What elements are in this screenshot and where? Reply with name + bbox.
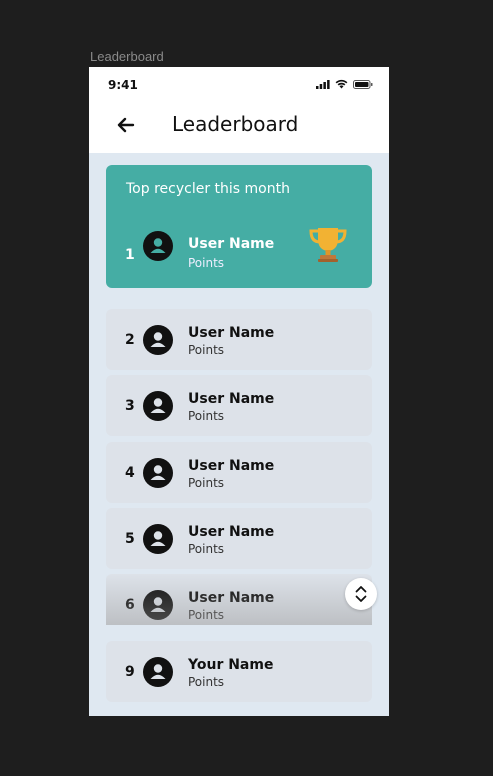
- user-name: User Name: [188, 325, 275, 341]
- user-avatar-icon: [143, 324, 173, 355]
- back-arrow-icon[interactable]: [116, 115, 136, 135]
- rank-number: 6: [125, 596, 135, 613]
- user-name: User Name: [188, 391, 275, 407]
- top-recycler-label: Top recycler this month: [126, 181, 290, 197]
- status-icons: [316, 79, 373, 89]
- scroll-toggle-button[interactable]: [345, 578, 377, 610]
- user-points: Points: [188, 256, 225, 270]
- user-name: User Name: [188, 590, 275, 606]
- user-avatar-icon: [143, 589, 173, 620]
- current-user-row[interactable]: 9 Your Name Points: [106, 641, 372, 702]
- user-avatar-icon: [143, 390, 173, 421]
- frame-label: Leaderboard: [90, 49, 164, 64]
- page-title: Leaderboard: [172, 112, 299, 136]
- rank-number: 2: [125, 331, 135, 348]
- user-avatar-icon: [143, 523, 173, 554]
- chevron-up-down-icon: [355, 586, 367, 602]
- user-name: Your Name: [188, 657, 274, 673]
- top-recycler-card[interactable]: Top recycler this month 1 User Name Poin…: [106, 165, 372, 288]
- rank-number: 3: [125, 397, 135, 414]
- rank-number: 5: [125, 530, 135, 547]
- user-avatar-icon: [143, 457, 173, 488]
- current-user-section: 9 Your Name Points: [89, 625, 389, 716]
- battery-icon: [353, 79, 373, 89]
- user-name: User Name: [188, 236, 275, 252]
- user-name: User Name: [188, 458, 275, 474]
- wifi-icon: [335, 79, 348, 89]
- user-name: User Name: [188, 524, 275, 540]
- phone-screen: 9:41 Leaderboard Top recycler this month…: [89, 67, 389, 716]
- leaderboard-row[interactable]: 3 User Name Points: [106, 375, 372, 436]
- leaderboard-row[interactable]: 5 User Name Points: [106, 508, 372, 569]
- user-avatar-icon: [143, 231, 173, 261]
- rank-number: 1: [125, 247, 135, 263]
- status-time: 9:41: [108, 78, 138, 92]
- leaderboard-row[interactable]: 2 User Name Points: [106, 309, 372, 370]
- signal-icon: [316, 79, 330, 89]
- leaderboard-row[interactable]: 4 User Name Points: [106, 442, 372, 503]
- user-points: Points: [188, 542, 225, 556]
- app-header: 9:41 Leaderboard: [89, 67, 389, 153]
- user-points: Points: [188, 476, 225, 490]
- rank-number: 4: [125, 464, 135, 481]
- user-points: Points: [188, 343, 225, 357]
- rank-number: 9: [125, 663, 135, 680]
- trophy-icon: [309, 228, 347, 262]
- user-avatar-icon: [143, 656, 173, 687]
- user-points: Points: [188, 675, 225, 689]
- user-points: Points: [188, 608, 225, 622]
- user-points: Points: [188, 409, 225, 423]
